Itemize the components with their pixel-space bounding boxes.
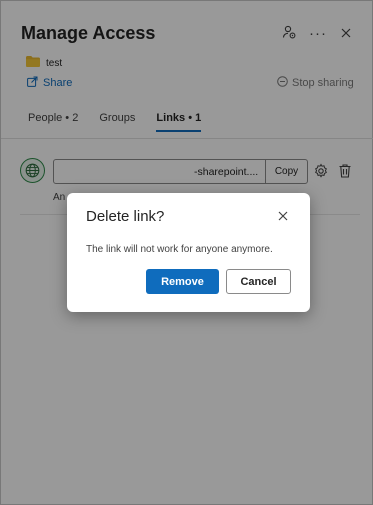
- dialog-message: The link will not work for anyone anymor…: [86, 244, 273, 255]
- delete-link-dialog: Delete link? The link will not work for …: [67, 193, 310, 312]
- dialog-close-button[interactable]: [277, 209, 293, 225]
- remove-button[interactable]: Remove: [146, 269, 219, 294]
- cancel-button[interactable]: Cancel: [226, 269, 291, 294]
- dialog-title: Delete link?: [86, 208, 165, 225]
- close-icon: [277, 209, 289, 226]
